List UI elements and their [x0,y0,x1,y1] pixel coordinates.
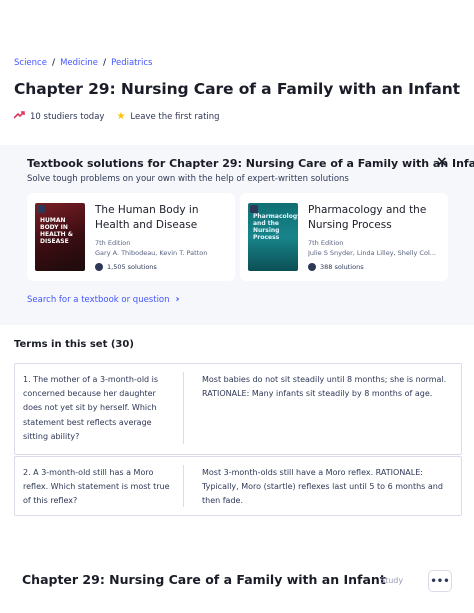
lock-icon [37,205,45,213]
textbook-card[interactable]: Pharmacology and the Nursing Process Pha… [240,193,448,281]
term-definition: Most babies do not sit steadily until 8 … [202,375,447,399]
breadcrumb-pediatrics[interactable]: Pediatrics [111,58,152,68]
breadcrumb-science[interactable]: Science [14,58,47,68]
book-authors: Gary A. Thibodeau, Kevin T. Patton [95,249,208,257]
term-divider [183,372,184,444]
book-edition: 7th Edition [95,239,131,247]
book-cover: Pharmacology and the Nursing Process [248,203,298,271]
page-title: Chapter 29: Nursing Care of a Family wit… [14,80,460,98]
book-solutions: 1,505 solutions [95,263,157,271]
terms-heading: Terms in this set (30) [14,339,134,350]
close-icon[interactable]: × [436,154,448,170]
search-textbook-link[interactable]: Search for a textbook or question › [27,294,180,305]
term-card[interactable]: 2. A 3-month-old still has a Moro reflex… [14,456,462,516]
study-button[interactable]: Study [380,576,403,585]
solutions-count: 1,505 solutions [107,263,157,271]
breadcrumb-separator: / [51,58,56,68]
book-title: The Human Body in Health and Disease [95,204,199,231]
term-question: 1. The mother of a 3-month-old is concer… [23,375,159,441]
book-authors: Julie S Snyder, Linda Lilley, Shelly Col… [308,249,436,257]
textbook-card[interactable]: HUMAN BODY IN HEALTH & DISEASE The Human… [27,193,235,281]
term-divider [183,465,184,507]
book-cover-text: Pharmacology and the Nursing Process [253,213,298,241]
term-question: 2. A 3-month-old still has a Moro reflex… [23,468,170,506]
verified-icon [308,263,316,271]
book-cover: HUMAN BODY IN HEALTH & DISEASE [35,203,85,271]
footer-set-title: Chapter 29: Nursing Care of a Family wit… [22,572,386,587]
star-icon: ★ [116,111,126,122]
breadcrumb-medicine[interactable]: Medicine [60,58,98,68]
more-options-button[interactable]: ••• [428,570,452,592]
trending-icon [13,111,25,122]
set-stats: 10 studiers today ★ Leave the first rati… [13,111,220,122]
book-title: Pharmacology and the Nursing Process [308,204,427,231]
verified-icon [95,263,103,271]
chevron-right-icon: › [175,294,180,305]
lock-icon [250,205,258,213]
book-solutions: 388 solutions [308,263,364,271]
breadcrumb: Science / Medicine / Pediatrics [14,58,152,68]
term-card[interactable]: 1. The mother of a 3-month-old is concer… [14,363,462,455]
textbook-panel-title: Textbook solutions for Chapter 29: Nursi… [27,157,474,170]
search-textbook-label: Search for a textbook or question [27,294,170,305]
book-cover-text: HUMAN BODY IN HEALTH & DISEASE [40,217,74,245]
breadcrumb-separator: / [103,58,107,68]
studiers-count: 10 studiers today [30,111,105,122]
textbook-panel-subtitle: Solve tough problems on your own with th… [27,174,349,184]
solutions-count: 388 solutions [320,263,364,271]
book-edition: 7th Edition [308,239,344,247]
leave-rating-link[interactable]: Leave the first rating [130,112,219,122]
term-definition: Most 3-month-olds still have a Moro refl… [202,468,443,506]
